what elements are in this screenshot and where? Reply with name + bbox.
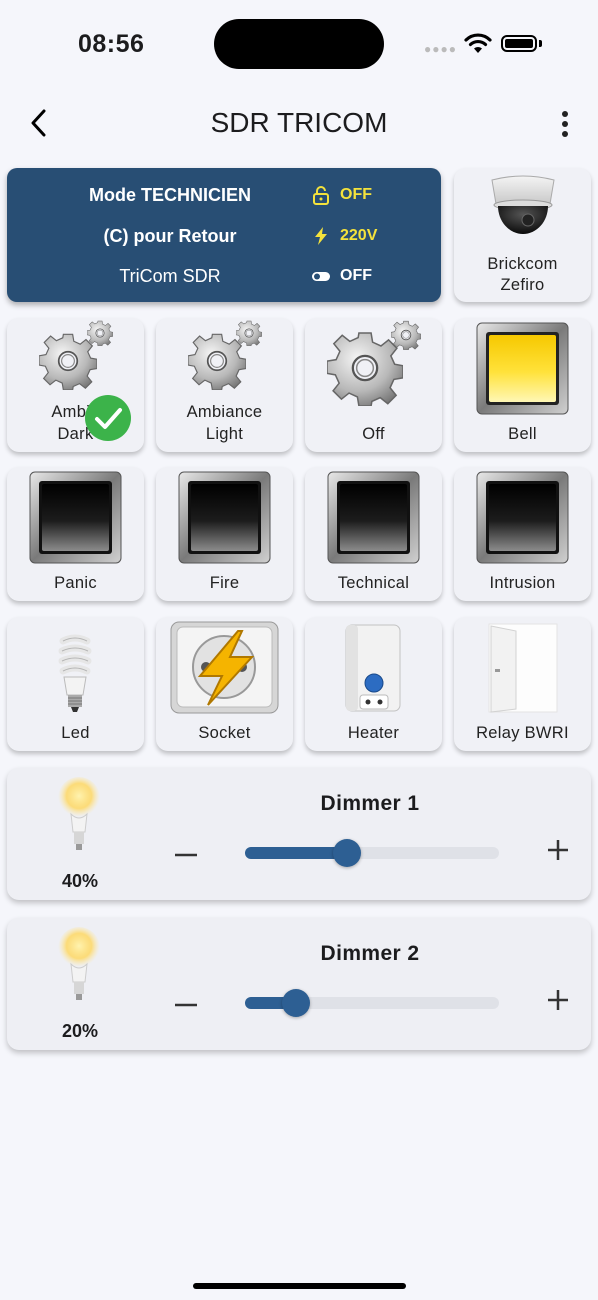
socket-label: Socket <box>198 724 251 742</box>
power-value: 220V <box>340 227 378 244</box>
clock: 08:56 <box>78 30 145 58</box>
camera-brickcom-zefiro[interactable]: Brickcom Zefiro <box>454 168 591 302</box>
cellular-signal-icon: ●●●● <box>424 42 457 56</box>
dimmer-2-slider-thumb[interactable] <box>281 989 310 1017</box>
dimmer-1-slider-thumb[interactable] <box>332 839 361 867</box>
dark-square-button-icon <box>476 471 569 564</box>
nav-header: SDR TRICOM <box>0 95 598 150</box>
dimmer-1-card: 40% Dimmer 1 <box>7 768 591 900</box>
dimmer-1-percent: 40% <box>61 871 99 891</box>
water-heater-icon <box>345 624 401 712</box>
technician-mode-card[interactable]: Mode TECHNICIEN OFF (C) pour Retour 220V… <box>7 168 441 302</box>
camera-label-line2: Zefiro <box>500 276 545 294</box>
intrusion-tile[interactable]: Intrusion <box>454 467 591 601</box>
dark-square-button-icon <box>327 471 420 564</box>
dimmer-2-card: 20% Dimmer 2 <box>7 918 591 1050</box>
dimmer-1-minus-button[interactable] <box>173 842 199 868</box>
panic-label: Panic <box>54 574 97 592</box>
lightning-icon <box>315 227 327 245</box>
dimmer-1-slider[interactable] <box>245 839 499 867</box>
gear-small-icon <box>87 320 113 346</box>
dimmer-2-slider[interactable] <box>245 989 499 1017</box>
home-indicator <box>193 1283 406 1289</box>
ambiance-dark-tile[interactable]: Ambia Dark <box>7 318 144 452</box>
device-row: TriCom SDR OFF <box>7 262 441 290</box>
dimmer-2-percent: 20% <box>61 1021 99 1041</box>
off-label: Off <box>362 425 385 443</box>
ambiance-light-label-line1: Ambiance <box>186 403 263 421</box>
dimmer-2-plus-button[interactable] <box>546 988 570 1012</box>
ambiance-light-tile[interactable]: Ambiance Light <box>156 318 293 452</box>
wifi-icon <box>464 33 492 53</box>
return-label: (C) pour Retour <box>103 226 237 246</box>
dark-square-button-icon <box>178 471 271 564</box>
off-tile[interactable]: Off <box>305 318 442 452</box>
led-tile[interactable]: Led <box>7 617 144 751</box>
device-label: TriCom SDR <box>119 266 221 286</box>
toggle-value: OFF <box>340 267 372 284</box>
camera-label-line1: Brickcom <box>487 255 558 273</box>
toggle-icon <box>312 272 330 281</box>
dimmer-2-minus-button[interactable] <box>173 992 199 1018</box>
yellow-square-button-icon <box>476 322 569 415</box>
intrusion-label: Intrusion <box>489 574 556 592</box>
mode-label: Mode TECHNICIEN <box>89 185 251 205</box>
technical-label: Technical <box>337 574 410 592</box>
camera-dome-icon <box>491 175 555 234</box>
socket-lightning-icon <box>170 621 279 714</box>
mode-value: OFF <box>340 186 372 203</box>
dimmer-2-title: Dimmer 2 <box>320 942 420 965</box>
dimmer-1-slider-fill <box>245 847 347 859</box>
technical-tile[interactable]: Technical <box>305 467 442 601</box>
status-bar: 08:56 ●●●● <box>0 0 598 90</box>
more-options-button[interactable] <box>548 107 582 141</box>
bell-label: Bell <box>508 425 537 443</box>
socket-tile[interactable]: Socket <box>156 617 293 751</box>
heater-tile[interactable]: Heater <box>305 617 442 751</box>
battery-icon <box>501 35 537 52</box>
cfl-bulb-icon <box>58 634 92 712</box>
dynamic-island <box>214 19 384 69</box>
gear-small-icon <box>391 320 421 350</box>
heater-label: Heater <box>347 724 400 742</box>
lock-open-icon <box>313 186 329 205</box>
fire-tile[interactable]: Fire <box>156 467 293 601</box>
dimmer-1-title: Dimmer 1 <box>320 792 420 815</box>
light-bulb-icon <box>58 777 100 850</box>
dark-square-button-icon <box>29 471 122 564</box>
light-bulb-icon <box>58 927 100 1000</box>
check-badge-icon <box>85 395 131 441</box>
bell-tile[interactable]: Bell <box>454 318 591 452</box>
mode-row: Mode TECHNICIEN OFF <box>7 181 441 209</box>
panic-tile[interactable]: Panic <box>7 467 144 601</box>
gear-small-icon <box>236 320 262 346</box>
ambiance-light-label-line2: Light <box>205 425 244 443</box>
return-row: (C) pour Retour 220V <box>7 222 441 250</box>
relay-bwri-label: Relay BWRI <box>476 724 569 742</box>
dimmer-1-plus-button[interactable] <box>546 838 570 862</box>
battery-cap <box>539 40 542 47</box>
fire-label: Fire <box>209 574 240 592</box>
page-title: SDR TRICOM <box>210 107 388 138</box>
led-label: Led <box>61 724 90 742</box>
door-icon <box>488 623 558 713</box>
relay-bwri-tile[interactable]: Relay BWRI <box>454 617 591 751</box>
